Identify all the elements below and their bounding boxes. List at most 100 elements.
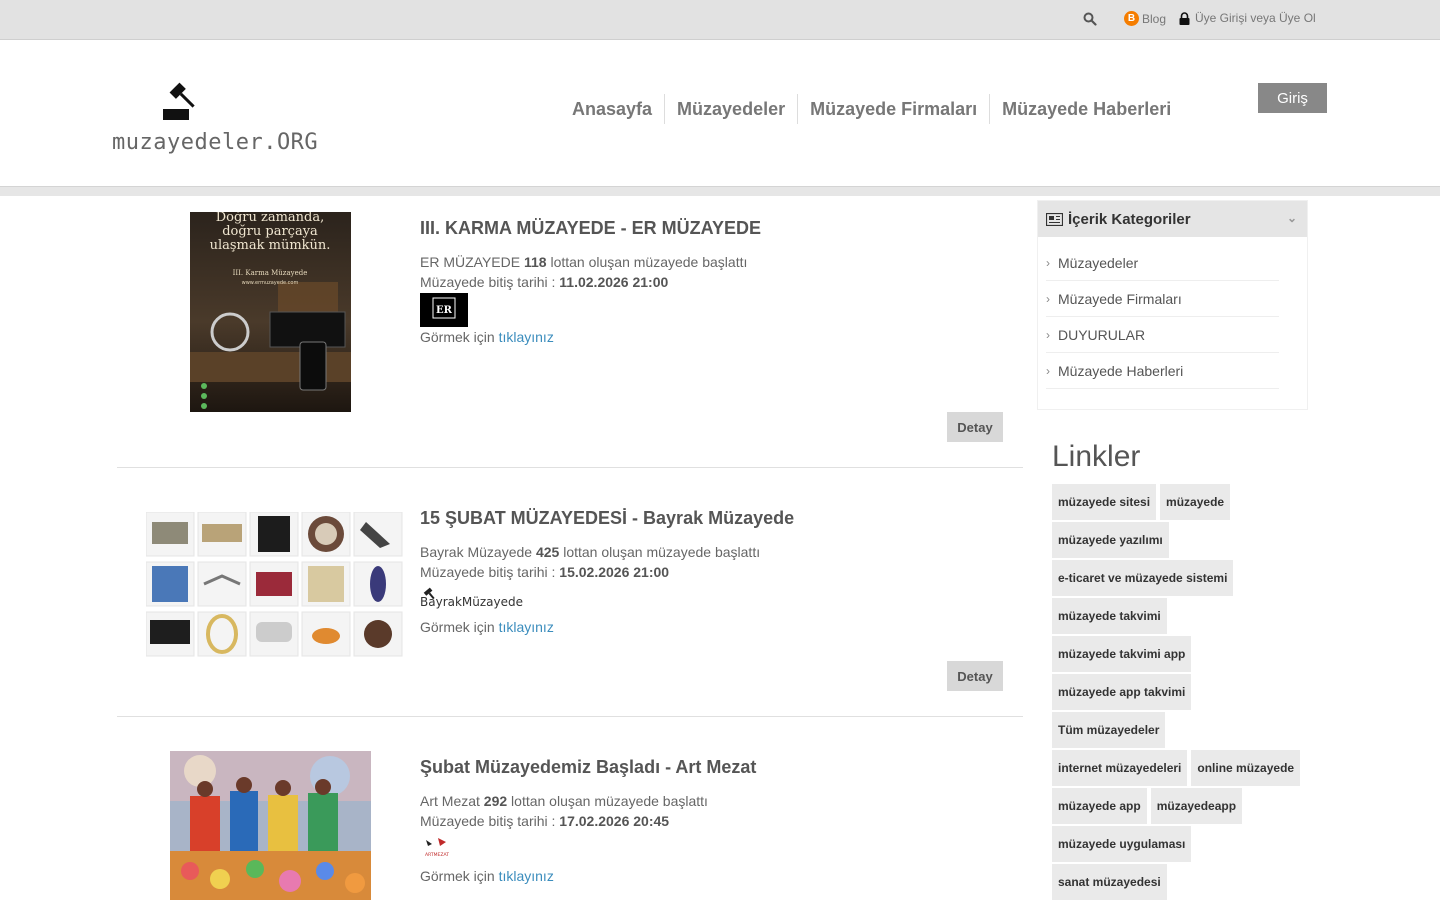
listing-lot-info: ER MÜZAYEDE 118 lottan oluşan müzayede b… xyxy=(420,252,747,272)
blog-link[interactable]: B Blog xyxy=(1124,11,1166,26)
lot-count: 118 xyxy=(523,254,547,270)
firm-logo-text: BayrakMüzayede xyxy=(420,595,523,609)
listing-title[interactable]: Şubat Müzayedemiz Başladı - Art Mezat xyxy=(420,757,756,778)
nav-muzayede-haberleri[interactable]: Müzayede Haberleri xyxy=(989,94,1183,124)
see-label: Görmek için xyxy=(420,868,495,884)
poster-line: doğru parçaya xyxy=(222,224,318,239)
link-tag[interactable]: müzayede app takvimi xyxy=(1052,674,1192,710)
end-date-label: Müzayede bitiş tarihi : xyxy=(420,564,556,580)
firm-name: ER MÜZAYEDE xyxy=(420,254,521,270)
blog-label: Blog xyxy=(1142,11,1167,26)
content-categories-box: İçerik Kategoriler ⌄ › Müzayedeler › Müzay… xyxy=(1037,200,1308,410)
chevron-right-icon: › xyxy=(1046,255,1050,270)
category-label: Müzayedeler xyxy=(1058,254,1139,271)
see-listing: Görmek için tıklayınız xyxy=(420,868,554,884)
lock-icon xyxy=(1179,11,1190,25)
link-tag[interactable]: müzayedeapp xyxy=(1150,788,1243,824)
detail-button[interactable]: Detay xyxy=(947,661,1003,691)
firm-logo[interactable]: BayrakMüzayede xyxy=(420,586,526,610)
chevron-right-icon: › xyxy=(1046,291,1050,306)
category-label: Müzayede Firmaları xyxy=(1058,290,1182,307)
auction-listing: Doğru zamanda, doğru parçaya ulaşmak müm… xyxy=(117,196,1023,468)
firm-logo[interactable]: ARTMEZAT xyxy=(420,834,454,860)
category-item[interactable]: › Müzayede Haberleri xyxy=(1046,353,1279,389)
auction-collage-image[interactable] xyxy=(146,512,404,660)
see-listing: Görmek için tıklayınız xyxy=(420,329,554,345)
firm-name: Art Mezat xyxy=(420,793,480,809)
auction-listing: Şubat Müzayedemiz Başladı - Art Mezat Ar… xyxy=(117,717,1023,900)
link-tag[interactable]: sanat müzayedesi xyxy=(1052,864,1167,900)
link-tag[interactable]: müzayede yazılımı xyxy=(1052,522,1169,558)
link-tag[interactable]: e-ticaret ve müzayede sistemi xyxy=(1052,560,1234,596)
firm-logo[interactable]: ER xyxy=(420,293,468,327)
firm-logo-text: ARTMEZAT xyxy=(425,852,449,858)
see-label: Görmek için xyxy=(420,329,495,345)
links-title: Linkler xyxy=(1052,440,1141,473)
nav-anasayfa[interactable]: Anasayfa xyxy=(560,94,664,124)
firm-logo-text: ER xyxy=(436,305,453,316)
login-register-label: Üye Girişi veya Üye Ol xyxy=(1195,11,1316,25)
end-date-value: 11.02.2026 21:00 xyxy=(559,274,669,290)
link-tag[interactable]: internet müzayedeleri xyxy=(1052,750,1188,786)
newspaper-icon xyxy=(1046,212,1063,226)
auction-painting-image[interactable] xyxy=(170,751,371,900)
end-date-label: Müzayede bitiş tarihi : xyxy=(420,274,556,290)
lot-count: 292 xyxy=(483,793,508,809)
firm-name: Bayrak Müzayede xyxy=(420,544,533,560)
login-register-link[interactable]: Üye Girişi veya Üye Ol xyxy=(1179,11,1316,25)
logo-text: muzayedeler.ORG xyxy=(112,130,319,155)
link-tag[interactable]: Tüm müzayedeler xyxy=(1052,712,1166,748)
blogger-icon: B xyxy=(1124,11,1139,26)
auction-listing: 15 ŞUBAT MÜZAYEDESİ - Bayrak Müzayede Ba… xyxy=(117,468,1023,717)
header-divider xyxy=(0,186,1440,196)
site-logo[interactable]: muzayedeler.ORG xyxy=(112,80,332,160)
link-tag[interactable]: müzayede xyxy=(1160,484,1231,520)
link-tag[interactable]: müzayede app xyxy=(1052,788,1147,824)
listing-title[interactable]: 15 ŞUBAT MÜZAYEDESİ - Bayrak Müzayede xyxy=(420,508,794,529)
listing-lot-info: Bayrak Müzayede 425 lottan oluşan müzaye… xyxy=(420,542,760,562)
gavel-icon xyxy=(163,82,195,120)
link-tag[interactable]: müzayede uygulaması xyxy=(1052,826,1192,862)
link-tag[interactable]: müzayede sitesi xyxy=(1052,484,1157,520)
category-item[interactable]: › Müzayede Firmaları xyxy=(1046,281,1279,317)
category-label: Müzayede Haberleri xyxy=(1058,362,1184,379)
links-tag-cloud: müzayede sitesi müzayede müzayede yazılı… xyxy=(1052,484,1302,900)
see-link[interactable]: tıklayınız xyxy=(499,868,554,884)
lot-count: 425 xyxy=(535,544,560,560)
end-date-value: 17.02.2026 20:45 xyxy=(559,813,670,829)
categories-list: › Müzayedeler › Müzayede Firmaları › DUYURU… xyxy=(1038,237,1307,389)
see-link[interactable]: tıklayınız xyxy=(499,619,554,635)
search-icon[interactable] xyxy=(1083,12,1097,26)
nav-muzayedeler[interactable]: Müzayedeler xyxy=(664,94,797,124)
end-date-value: 15.02.2026 21:00 xyxy=(559,564,670,580)
see-link[interactable]: tıklayınız xyxy=(499,329,554,345)
category-label: DUYURULAR xyxy=(1058,326,1146,343)
main-nav: Anasayfa Müzayedeler Müzayede Firmaları … xyxy=(560,94,1183,124)
link-tag[interactable]: müzayede takvimi app xyxy=(1052,636,1192,672)
login-button[interactable]: Giriş xyxy=(1258,83,1327,113)
categories-header[interactable]: İçerik Kategoriler ⌄ xyxy=(1038,201,1307,237)
lot-text: lottan oluşan müzayede başlattı xyxy=(511,793,708,809)
lot-text: lottan oluşan müzayede başlattı xyxy=(563,544,761,560)
auction-poster-image[interactable]: Doğru zamanda, doğru parçaya ulaşmak müm… xyxy=(190,212,351,412)
poster-line: ulaşmak mümkün. xyxy=(210,238,331,253)
categories-title: İçerik Kategoriler xyxy=(1068,210,1191,228)
poster-line: III. Karma Müzayede xyxy=(233,269,308,277)
listing-end-date: Müzayede bitiş tarihi : 15.02.2026 21:00 xyxy=(420,562,669,582)
listing-title[interactable]: III. KARMA MÜZAYEDE - ER MÜZAYEDE xyxy=(420,218,761,239)
chevron-right-icon: › xyxy=(1046,327,1050,342)
link-tag[interactable]: online müzayede xyxy=(1191,750,1301,786)
end-date-label: Müzayede bitiş tarihi : xyxy=(420,813,556,829)
chevron-right-icon: › xyxy=(1046,363,1050,378)
detail-button[interactable]: Detay xyxy=(947,412,1003,442)
category-item[interactable]: › Müzayedeler xyxy=(1046,245,1279,281)
listing-lot-info: Art Mezat 292 lottan oluşan müzayede baş… xyxy=(420,791,708,811)
chevron-down-icon[interactable]: ⌄ xyxy=(1287,211,1297,225)
see-label: Görmek için xyxy=(420,619,495,635)
link-tag[interactable]: müzayede takvimi xyxy=(1052,598,1167,634)
listing-end-date: Müzayede bitiş tarihi : 17.02.2026 20:45 xyxy=(420,811,669,831)
top-bar: B Blog Üye Girişi veya Üye Ol xyxy=(0,0,1440,40)
listing-end-date: Müzayede bitiş tarihi : 11.02.2026 21:00 xyxy=(420,272,668,292)
nav-muzayede-firmalari[interactable]: Müzayede Firmaları xyxy=(797,94,989,124)
category-item[interactable]: › DUYURULAR xyxy=(1046,317,1279,353)
